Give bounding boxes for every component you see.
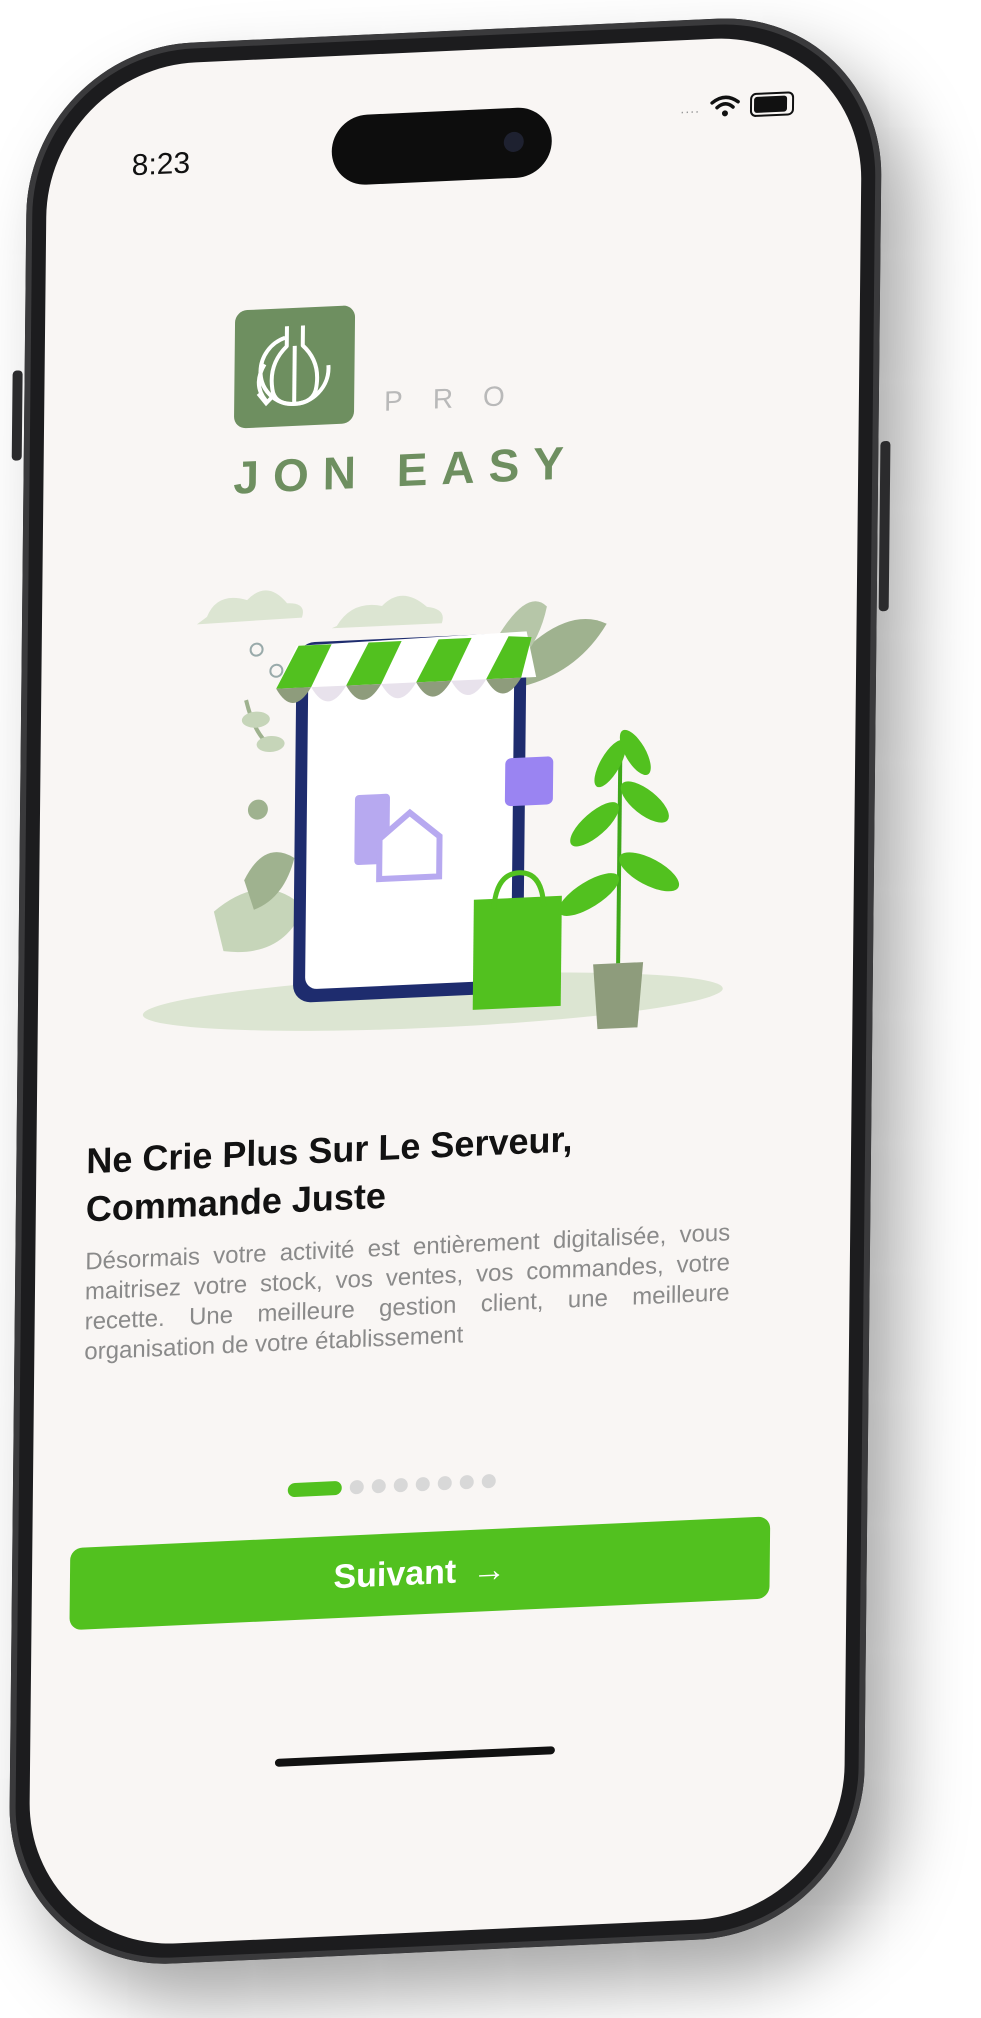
status-time: 8:23 (131, 146, 191, 183)
bottle-refresh-icon (256, 325, 331, 407)
arrow-right-icon: → (472, 1549, 507, 1590)
onboarding-title: Ne Crie Plus Sur Le Serveur, Commande Ju… (85, 1118, 573, 1230)
page-indicator (287, 1473, 496, 1498)
home-indicator (274, 1746, 555, 1767)
next-button-label: Suivant (333, 1552, 457, 1596)
wifi-icon (710, 95, 740, 117)
page-dot[interactable] (437, 1475, 452, 1491)
battery-icon (749, 91, 795, 118)
camera-icon (503, 131, 524, 153)
volume-button (11, 370, 23, 461)
brand-name: JON EASY (233, 436, 579, 504)
brand-tagline: PRO (383, 378, 535, 417)
page-dot[interactable] (415, 1476, 430, 1492)
onboarding-description: Désormais votre activité est entièrement… (84, 1219, 731, 1366)
signal-icon: .... (680, 99, 701, 117)
page-dot[interactable] (349, 1479, 364, 1495)
page-dot[interactable] (371, 1478, 386, 1494)
page-dot[interactable] (393, 1477, 408, 1493)
phone-frame: 8:23 .... PRO JON EASY Ne Crie Plus Sur … (7, 11, 891, 1972)
page-dot-active[interactable] (287, 1480, 342, 1498)
screen: 8:23 .... PRO JON EASY Ne Crie Plus Sur … (28, 32, 863, 1951)
dynamic-island (331, 106, 553, 187)
status-icons: .... (680, 91, 795, 120)
page-dot[interactable] (481, 1473, 496, 1489)
page-dot[interactable] (459, 1474, 474, 1490)
storefront-phone-illustration (142, 590, 723, 1031)
app-logo (233, 305, 356, 429)
side-button (878, 440, 891, 612)
next-button[interactable]: Suivant → (69, 1516, 771, 1631)
